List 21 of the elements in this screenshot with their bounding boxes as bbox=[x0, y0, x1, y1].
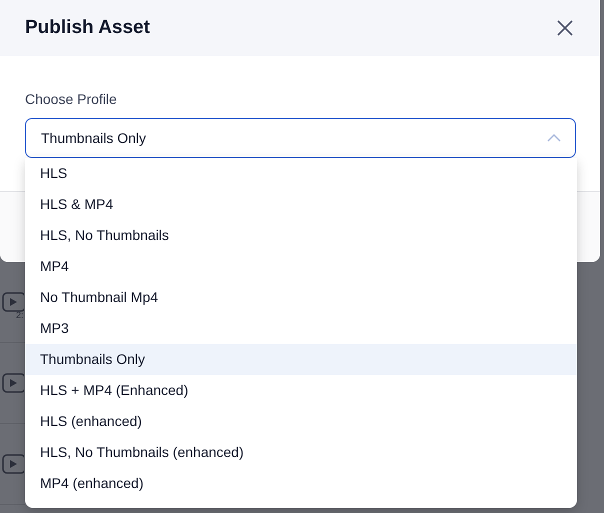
menu-option[interactable]: MP4 bbox=[25, 251, 577, 282]
menu-option[interactable]: HLS + MP4 (Enhanced) bbox=[25, 375, 577, 406]
menu-option[interactable]: HLS, No Thumbnails (enhanced) bbox=[25, 437, 577, 468]
video-icon bbox=[2, 292, 24, 312]
video-icon bbox=[2, 373, 24, 393]
menu-option[interactable]: MP4 (enhanced) bbox=[25, 468, 577, 499]
menu-option[interactable]: MP3 bbox=[25, 313, 577, 344]
field-label: Choose Profile bbox=[25, 91, 118, 107]
menu-option[interactable]: HLS (enhanced) bbox=[25, 406, 577, 437]
duration-text: 2: bbox=[16, 310, 24, 320]
menu-option[interactable]: HLS & MP4 bbox=[25, 189, 577, 220]
menu-option[interactable]: Thumbnails Only bbox=[25, 344, 577, 375]
close-icon bbox=[557, 20, 573, 36]
close-button[interactable] bbox=[557, 20, 573, 36]
menu-option[interactable]: No Thumbnail Mp4 bbox=[25, 282, 577, 313]
profile-select[interactable]: Thumbnails Only bbox=[25, 118, 576, 158]
dialog-title: Publish Asset bbox=[25, 17, 150, 39]
chevron-icon bbox=[547, 134, 561, 142]
video-icon bbox=[2, 454, 24, 474]
menu-option[interactable]: HLS bbox=[25, 158, 577, 189]
menu-option[interactable]: HLS, No Thumbnails bbox=[25, 220, 577, 251]
